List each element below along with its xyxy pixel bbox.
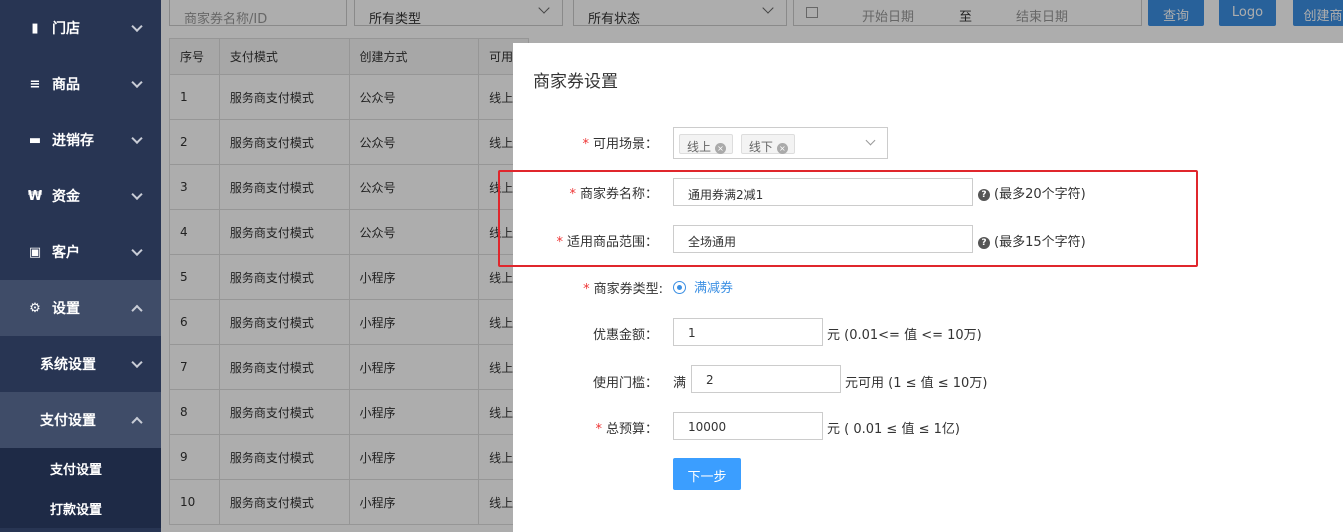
sidebar-leaf-label: 打款设置: [50, 502, 103, 518]
sidebar-subitem-payment-settings[interactable]: 支付设置: [0, 392, 161, 448]
truck-icon: ▬: [28, 132, 42, 148]
tag-close-icon[interactable]: ×: [776, 143, 788, 154]
scene-label-text: 可用场景：: [592, 137, 658, 152]
coupon-settings-modal: 商家券设置 * 可用场景： 线上 × 线下 × * 商家券名称： 通用券满2减1 ? (最…: [513, 43, 1343, 532]
chevron-down-icon: [131, 356, 143, 369]
coupon-type-label: * 商家券类型:: [583, 278, 663, 297]
chevron-up-icon: [131, 304, 143, 317]
sidebar-item-label: 客户: [52, 245, 80, 261]
next-step-label: 下一步: [687, 470, 727, 485]
sidebar-item-inventory[interactable]: ▬ 进销存: [0, 112, 161, 168]
total-budget-hint: 元 ( 0.01 ≤ 值 ≤ 1亿): [827, 422, 960, 437]
sidebar-item-settings[interactable]: ⚙ 设置: [0, 280, 161, 336]
won-icon: ₩: [27, 188, 43, 204]
annotation-highlight-box: [498, 170, 1198, 267]
sidebar-item-label: 进销存: [52, 133, 94, 149]
chevron-down-icon: [131, 76, 143, 89]
threshold-label: 使用门槛：: [592, 376, 658, 391]
scene-tag: 线上 ×: [679, 134, 734, 154]
sidebar-leaf-label: 支付设置: [50, 462, 103, 478]
required-mark: *: [583, 282, 590, 297]
tag-close-icon[interactable]: ×: [715, 143, 727, 154]
required-mark: *: [582, 137, 589, 152]
sidebar-subitem-label: 支付设置: [40, 413, 96, 429]
radio-checked-icon: [673, 281, 686, 294]
threshold-prefix: 满: [673, 376, 687, 391]
discount-amount-value: 1: [688, 326, 696, 340]
id-card-icon: ▣: [28, 244, 42, 260]
sidebar-item-funds[interactable]: ₩ 资金: [0, 168, 161, 224]
threshold-hint: 元可用 (1 ≤ 值 ≤ 10万): [845, 376, 988, 391]
total-budget-label: * 总预算：: [595, 418, 658, 437]
total-budget-label-text: 总预算：: [605, 422, 658, 437]
sidebar-item-label: 资金: [52, 189, 80, 205]
discount-amount-input[interactable]: 1: [673, 318, 823, 346]
total-budget-value: 10000: [688, 420, 727, 434]
sidebar-subitem-label: 系统设置: [40, 357, 96, 373]
modal-title: 商家券设置: [533, 72, 618, 92]
sidebar-item-label: 商品: [52, 77, 80, 93]
sidebar-leaf-payment-settings[interactable]: 支付设置: [0, 448, 161, 488]
scene-tag: 线下 ×: [740, 134, 795, 154]
sidebar-item-store[interactable]: ▮ 门店: [0, 0, 161, 56]
sidebar-item-label: 设置: [52, 301, 80, 317]
coupon-type-radio[interactable]: 满减券: [673, 277, 733, 296]
required-mark: *: [595, 422, 602, 437]
total-budget-input[interactable]: 10000: [673, 412, 823, 440]
coupon-type-label-text: 商家券类型:: [593, 282, 663, 297]
gear-icon: ⚙: [29, 300, 41, 316]
scene-label: * 可用场景：: [582, 133, 658, 152]
discount-amount-label: 优惠金额：: [592, 328, 658, 343]
scene-tag-label: 线上: [687, 140, 712, 154]
chevron-down-icon: [865, 135, 876, 146]
sidebar-item-label: 门店: [52, 21, 80, 37]
chevron-down-icon: [131, 244, 143, 257]
scene-multiselect[interactable]: 线上 × 线下 ×: [673, 127, 888, 159]
sidebar-item-customer[interactable]: ▣ 客户: [0, 224, 161, 280]
list-icon: ≡: [29, 76, 41, 92]
threshold-value: 2: [706, 373, 714, 387]
sidebar-leaf-transfer-settings[interactable]: 打款设置: [0, 488, 161, 528]
discount-amount-hint: 元 (0.01<= 值 <= 10万): [827, 328, 982, 343]
scene-tag-label: 线下: [748, 140, 773, 154]
sidebar: ▮ 门店 ≡ 商品 ▬ 进销存 ₩ 资金 ▣ 客户 ⚙ 设置 系统设置 支付设置…: [0, 0, 161, 532]
chevron-down-icon: [131, 20, 143, 33]
sidebar-item-goods[interactable]: ≡ 商品: [0, 56, 161, 112]
threshold-input[interactable]: 2: [691, 365, 841, 393]
store-icon: ▮: [31, 20, 39, 36]
sidebar-subitem-system-settings[interactable]: 系统设置: [0, 336, 161, 392]
next-step-button[interactable]: 下一步: [673, 458, 741, 490]
chevron-down-icon: [131, 132, 143, 145]
coupon-type-option: 满减券: [694, 281, 734, 296]
chevron-down-icon: [131, 188, 143, 201]
chevron-up-icon: [131, 416, 143, 429]
